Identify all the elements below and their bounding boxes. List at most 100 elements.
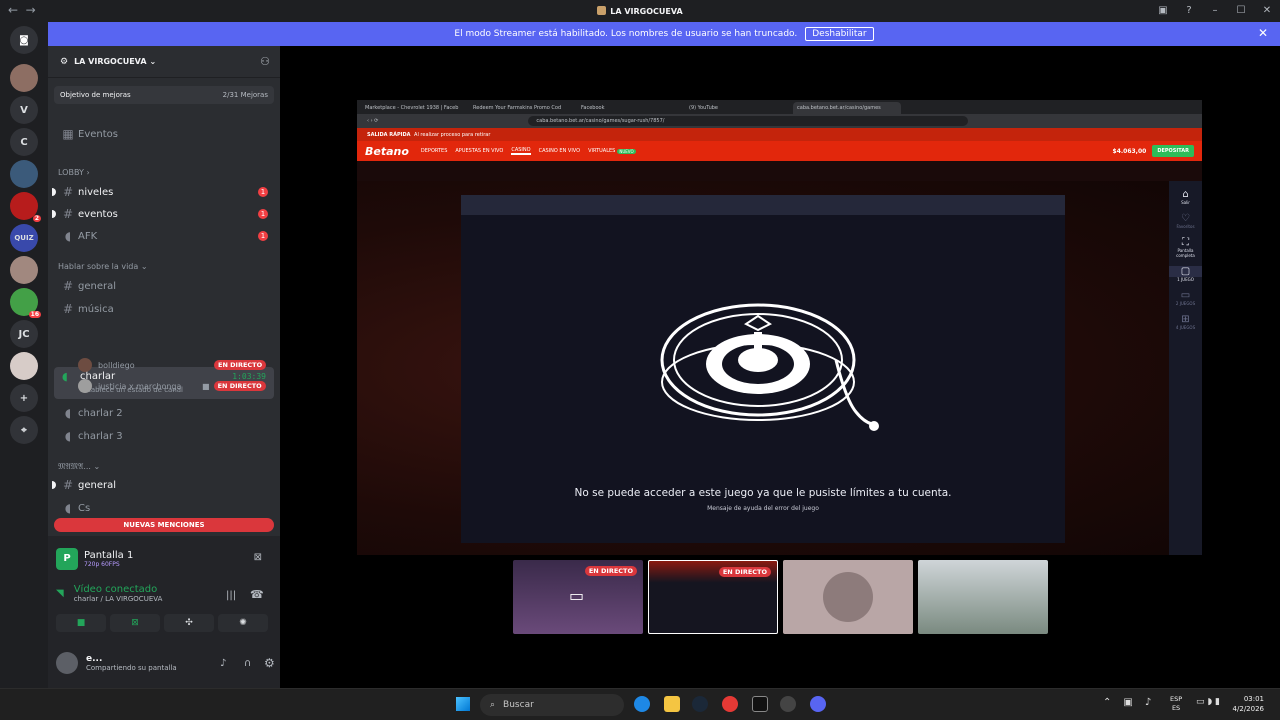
nav-apuestas-en-vivo[interactable]: APUESTAS EN VIVO [455, 148, 503, 154]
settings-icon[interactable]: ⚙ [264, 656, 275, 670]
category-other[interactable]: 𝔐𝔄𝔐𝔄... ⌄ [58, 462, 100, 472]
channel-niveles[interactable]: # niveles 1 [52, 182, 274, 202]
voice-member[interactable]: bolldiego EN DIRECTO [78, 356, 267, 374]
add-server-icon[interactable]: + [10, 384, 38, 412]
server-v[interactable]: V [10, 96, 38, 124]
server-c[interactable]: C [10, 128, 38, 156]
four-games-icon[interactable]: ⊞ [1169, 314, 1202, 325]
account-balance[interactable]: $4.063,00 [1113, 148, 1147, 155]
new-mentions-button[interactable]: NUEVAS MENCIONES [54, 518, 274, 532]
nav-icons[interactable]: ‹ › ⟳ [367, 118, 378, 124]
headphones-icon[interactable]: ∩ [244, 658, 251, 669]
close-window-button[interactable]: ✕ [1254, 0, 1280, 22]
browser-tab[interactable]: (9) YouTube [685, 102, 793, 114]
two-games-icon[interactable]: ▭ [1169, 290, 1202, 301]
nav-deportes[interactable]: DEPORTES [421, 148, 447, 154]
avatar [78, 379, 92, 393]
app-icon[interactable] [780, 696, 796, 712]
events-link[interactable]: ▦ Eventos [54, 124, 274, 144]
file-explorer-icon[interactable] [664, 696, 680, 712]
discord-home-icon[interactable]: ◙ [10, 26, 38, 54]
server-green[interactable]: 16 [10, 288, 41, 318]
epic-games-icon[interactable] [752, 696, 768, 712]
stream-thumb[interactable] [918, 560, 1048, 634]
camera-button[interactable]: ■ [56, 614, 106, 632]
stream-thumb[interactable] [783, 560, 913, 634]
discover-icon[interactable]: ⌖ [10, 416, 38, 444]
network-icon[interactable]: ▣ [1123, 697, 1132, 708]
disable-streamer-button[interactable]: Deshabilitar [805, 27, 874, 41]
stream-thumb[interactable]: EN DIRECTO [648, 560, 778, 634]
microphone-icon[interactable]: ♪ [220, 658, 226, 669]
nav-casino[interactable]: CASINO [511, 147, 531, 155]
minimize-button[interactable]: – [1202, 0, 1228, 22]
channel-general[interactable]: # general [54, 276, 274, 296]
user-status: Compartiendo su pantalla [86, 664, 177, 672]
guild-header[interactable]: ⚙ LA VIRGOCUEVA ⌄ ⚇ [48, 46, 280, 78]
user-info[interactable]: e... Compartiendo su pantalla [56, 652, 177, 674]
chevron-up-icon[interactable]: ⌃ [1103, 697, 1111, 708]
one-game-icon[interactable]: ▢ [1169, 266, 1202, 277]
steam-icon[interactable] [692, 696, 708, 712]
nav-casino-en-vivo[interactable]: CASINO EN VIVO [539, 148, 580, 154]
browser-tab-active[interactable]: caba.betano.bet.ar/casino/games [793, 102, 901, 114]
disconnect-icon[interactable]: ☎ [250, 588, 264, 601]
speaker-icon: ◖ [64, 229, 72, 243]
betano-logo[interactable]: Betano [365, 145, 409, 158]
start-button[interactable] [456, 697, 470, 711]
tray-status-icons[interactable]: ▭ ◗ ▮ [1196, 697, 1220, 707]
url-field[interactable]: caba.betano.bet.ar/casino/games/sugar-ru… [528, 116, 969, 126]
heart-icon[interactable]: ♡ [1169, 213, 1202, 224]
boost-goal[interactable]: Objetivo de mejoras 2/31 Mejoras [54, 86, 274, 104]
taskbar-search[interactable]: ⌕ Buscar [480, 694, 624, 716]
channel-afk[interactable]: ◖ AFK 1 [54, 226, 274, 246]
server-jc[interactable]: JC [10, 320, 38, 348]
soundboard-button[interactable]: ✺ [218, 614, 268, 632]
edge-icon[interactable] [634, 696, 650, 712]
help-icon[interactable]: ? [1176, 0, 1202, 22]
stream-thumb[interactable]: EN DIRECTO ▭ [513, 560, 643, 634]
home-icon[interactable]: ⌂ [1169, 189, 1202, 200]
channel-charlar-2[interactable]: ◖ charlar 2 [54, 403, 274, 423]
server-quiz[interactable]: QUIZ [10, 224, 38, 252]
maximize-button[interactable]: ☐ [1228, 0, 1254, 22]
add-member-icon[interactable]: ⚇ [260, 55, 270, 68]
chrome-icon[interactable] [722, 696, 738, 712]
activities-button[interactable]: ✣ [164, 614, 214, 632]
nav-virtuales[interactable]: VIRTUALES [588, 148, 615, 154]
language-indicator[interactable]: ESP ES [1170, 695, 1182, 713]
game-side-menu: ⌂ Salir ♡ Favoritos ⛶ Pantalla completa … [1169, 181, 1202, 555]
game-error-help[interactable]: Mensaje de ayuda del error del juego [461, 505, 1065, 512]
clock[interactable]: 03:01 4/2/2026 [1233, 694, 1264, 714]
channel-cs[interactable]: ◖ Cs [54, 498, 274, 518]
voice-member[interactable]: justicia x marchonga ■ EN DIRECTO [78, 377, 266, 395]
browser-tab[interactable]: Facebook [577, 102, 685, 114]
channel-charlar-3[interactable]: ◖ charlar 3 [54, 426, 274, 446]
channel-musica[interactable]: # música [54, 299, 274, 319]
browser-tab[interactable]: Marketplace - Chevrolet 1938 | Faceb [361, 102, 469, 114]
server-face[interactable] [10, 256, 38, 284]
share-screen-button[interactable]: ⊠ [110, 614, 160, 632]
category-lobby[interactable]: LOBBY › [58, 168, 90, 177]
server-game[interactable] [10, 160, 38, 188]
category-hablar[interactable]: Hablar sobre la vida ⌄ [58, 262, 148, 271]
channel-eventos[interactable]: # eventos 1 [52, 204, 274, 224]
noise-suppression-icon[interactable]: ||| [226, 590, 236, 601]
mic-icon[interactable]: ♪ [1145, 697, 1151, 708]
stream-stage[interactable]: Marketplace - Chevrolet 1938 | Faceb Red… [280, 46, 1280, 688]
server-red[interactable]: 2 [10, 192, 41, 222]
stop-stream-icon[interactable]: ⊠ [254, 552, 262, 563]
deposit-button[interactable]: DEPOSITAR [1152, 145, 1194, 157]
voice-connection[interactable]: ◥ Vídeo conectado charlar / LA VIRGOCUEV… [56, 584, 162, 603]
favorites-label: Favoritos [1176, 224, 1195, 229]
mention-count: 1 [258, 231, 268, 241]
inbox-icon[interactable]: ▣ [1150, 0, 1176, 22]
server-avatar[interactable] [10, 64, 38, 92]
server-food[interactable] [10, 352, 38, 380]
close-banner-icon[interactable]: ✕ [1258, 26, 1268, 40]
channel-general-2[interactable]: # general [52, 475, 274, 495]
fullscreen-icon[interactable]: ⛶ [1169, 237, 1202, 248]
discord-taskbar-icon[interactable] [810, 696, 826, 712]
browser-tab[interactable]: Redeem Your Farmskins Promo Cod [469, 102, 577, 114]
stream-preview[interactable]: P Pantalla 1 720p 60FPS [56, 548, 133, 570]
